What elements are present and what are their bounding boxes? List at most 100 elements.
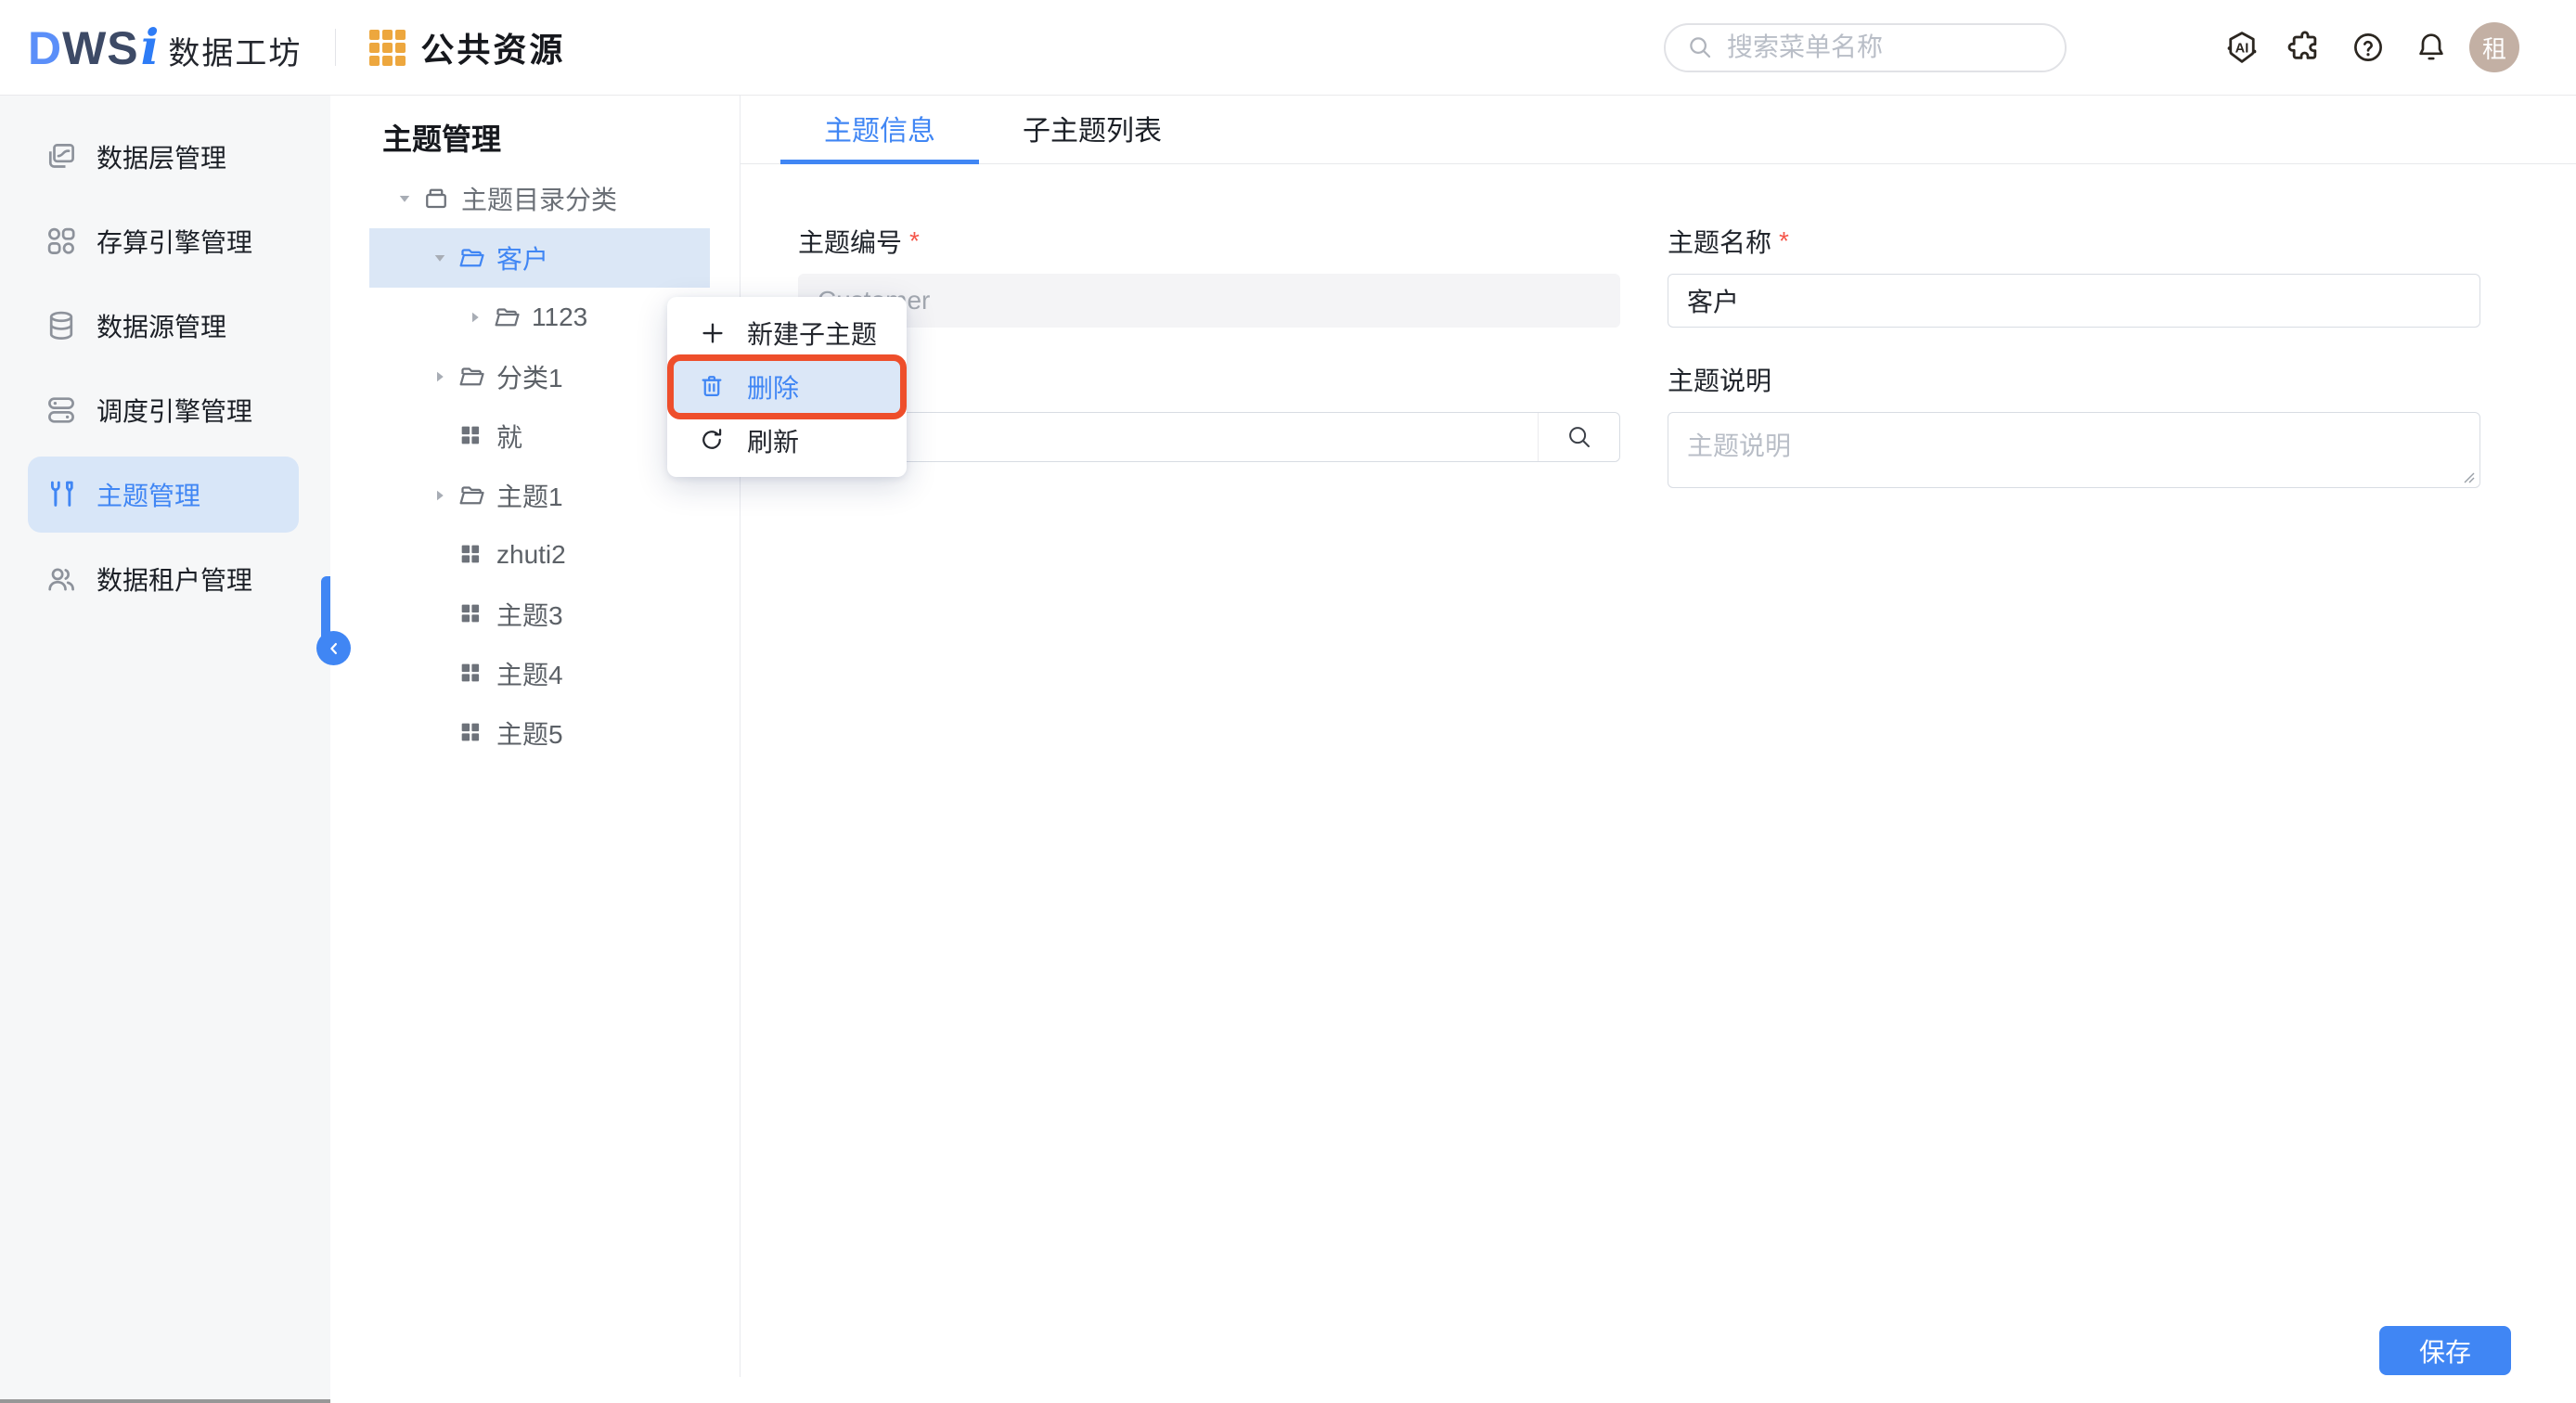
tree-node-theme1[interactable]: 主题1: [369, 466, 710, 525]
sidebar-nav: 数据层管理 存算引擎管理: [0, 96, 330, 1403]
svg-text:AI: AI: [2235, 42, 2249, 57]
module-switcher[interactable]: 公共资源: [369, 23, 565, 71]
theme-grid-icon: [457, 422, 487, 450]
tree-node-theme4[interactable]: 主题4: [369, 644, 710, 703]
data-layer-icon: [45, 140, 78, 174]
required-asterisk: *: [909, 226, 920, 256]
logo-letter-i: i: [141, 19, 160, 76]
tree-node-zhuti2[interactable]: zhuti2: [369, 525, 710, 585]
menu-item-delete[interactable]: 删除: [673, 360, 901, 414]
menu-item-refresh[interactable]: 刷新: [673, 414, 901, 468]
theme-name-input[interactable]: [1668, 274, 2480, 328]
sidebar-item-label: 主题管理: [97, 476, 200, 513]
database-icon: [45, 309, 78, 342]
tree-node-category1[interactable]: 分类1: [369, 347, 710, 406]
app-window: D WS i 数据工坊 公共资源 AI: [0, 0, 2576, 1403]
help-icon[interactable]: [2349, 28, 2388, 67]
search-icon: [1565, 423, 1593, 451]
logo-letter-d: D: [28, 21, 62, 75]
sidebar-item-tenant[interactable]: 数据租户管理: [28, 541, 299, 617]
theme-grid-icon: [457, 541, 487, 569]
save-button-label: 保存: [2419, 1332, 2471, 1370]
sidebar-item-theme-management[interactable]: 主题管理: [28, 457, 299, 533]
theme-code-label: 主题编号*: [798, 225, 1620, 257]
sidebar-item-data-layer[interactable]: 数据层管理: [28, 119, 299, 195]
caret-right-icon[interactable]: [465, 309, 485, 326]
module-grid-icon: [369, 30, 406, 66]
folder-icon: [457, 244, 487, 272]
ai-assistant-icon[interactable]: AI: [2222, 28, 2261, 67]
sidebar-item-label: 调度引擎管理: [97, 392, 252, 429]
app-logo: D WS i 数据工坊: [28, 19, 302, 76]
tree-node-theme5[interactable]: 主题5: [369, 703, 710, 763]
save-button[interactable]: 保存: [2379, 1326, 2511, 1375]
tree-node-label: zhuti2: [496, 540, 566, 570]
menu-item-label: 删除: [747, 368, 799, 405]
sidebar-item-scheduler[interactable]: 调度引擎管理: [28, 372, 299, 448]
plugin-icon[interactable]: [2286, 28, 2325, 67]
sidebar-collapse-button[interactable]: [316, 631, 351, 665]
form-left-column: 主题编号*: [798, 201, 1620, 493]
theme-grid-icon: [457, 600, 487, 628]
sidebar-item-datasource[interactable]: 数据源管理: [28, 288, 299, 364]
theme-name-label: 主题名称*: [1668, 225, 2480, 257]
bell-icon[interactable]: [2412, 28, 2451, 67]
sidebar-item-label: 数据源管理: [97, 307, 226, 344]
sidebar-item-label: 存算引擎管理: [97, 223, 252, 260]
menu-item-label: 新建子主题: [747, 315, 877, 352]
tab-subtheme-list[interactable]: 子主题列表: [979, 96, 1205, 164]
theme-code-input: [798, 274, 1620, 328]
caret-right-icon[interactable]: [430, 487, 450, 504]
tree-node-theme3[interactable]: 主题3: [369, 585, 710, 644]
sidebar-scrollbar[interactable]: [0, 1399, 330, 1403]
folder-icon: [457, 482, 487, 509]
tab-label: 主题信息: [824, 108, 935, 148]
logo-letters-ws: WS: [62, 21, 139, 75]
trash-icon: [699, 373, 727, 401]
field-search-button[interactable]: [1538, 413, 1619, 461]
user-avatar[interactable]: 租: [2469, 22, 2519, 72]
required-asterisk: *: [1779, 226, 1789, 256]
hidden-label-spacer: [798, 364, 1620, 395]
users-icon: [45, 562, 78, 596]
tab-label: 子主题列表: [1023, 108, 1162, 148]
tree-node-1123[interactable]: 1123: [369, 288, 710, 347]
tab-bar: 主题信息 子主题列表: [741, 96, 2576, 164]
search-input[interactable]: [1727, 32, 2044, 62]
tree-node-label: 主题4: [496, 655, 563, 692]
parent-theme-search-input[interactable]: [798, 412, 1620, 462]
form-right-column: 主题名称* 主题说明: [1668, 201, 2480, 493]
caret-down-icon[interactable]: [394, 190, 415, 207]
compute-engine-icon: [45, 225, 78, 258]
theme-desc-textarea[interactable]: [1668, 412, 2480, 488]
chevron-left-icon: [326, 640, 342, 657]
header-icon-group: AI: [2222, 28, 2451, 67]
category-box-icon: [422, 185, 452, 212]
tree-node-label: 主题5: [496, 714, 563, 752]
parent-theme-search-field: [798, 412, 1620, 462]
theme-desc-field: [1668, 412, 2480, 493]
tree-node-label: 1123: [532, 302, 587, 332]
tree-node-root[interactable]: 主题目录分类: [369, 169, 710, 228]
menu-item-label: 刷新: [747, 422, 799, 459]
caret-right-icon[interactable]: [430, 368, 450, 385]
tools-icon: [45, 478, 78, 511]
sidebar-item-compute-engine[interactable]: 存算引擎管理: [28, 203, 299, 279]
refresh-icon: [699, 427, 727, 455]
tree-node-label: 主题3: [496, 596, 563, 633]
scheduler-icon: [45, 393, 78, 427]
tree-node-jiu[interactable]: 就: [369, 406, 710, 466]
caret-down-icon[interactable]: [430, 250, 450, 266]
folder-icon: [457, 363, 487, 391]
module-name: 公共资源: [420, 23, 565, 71]
tree-node-label: 客户: [496, 239, 548, 277]
tree-panel-title: 主题管理: [330, 96, 741, 169]
tree-node-customer[interactable]: 客户: [369, 228, 710, 288]
logo-product-name: 数据工坊: [168, 28, 302, 73]
folder-icon: [493, 303, 522, 331]
theme-tree-panel: 主题管理 主题目录分类: [330, 96, 741, 1403]
menu-item-new-subtheme[interactable]: 新建子主题: [673, 306, 901, 360]
sidebar-item-label: 数据租户管理: [97, 560, 252, 598]
menu-search[interactable]: [1664, 23, 2067, 72]
tab-theme-info[interactable]: 主题信息: [780, 96, 979, 164]
